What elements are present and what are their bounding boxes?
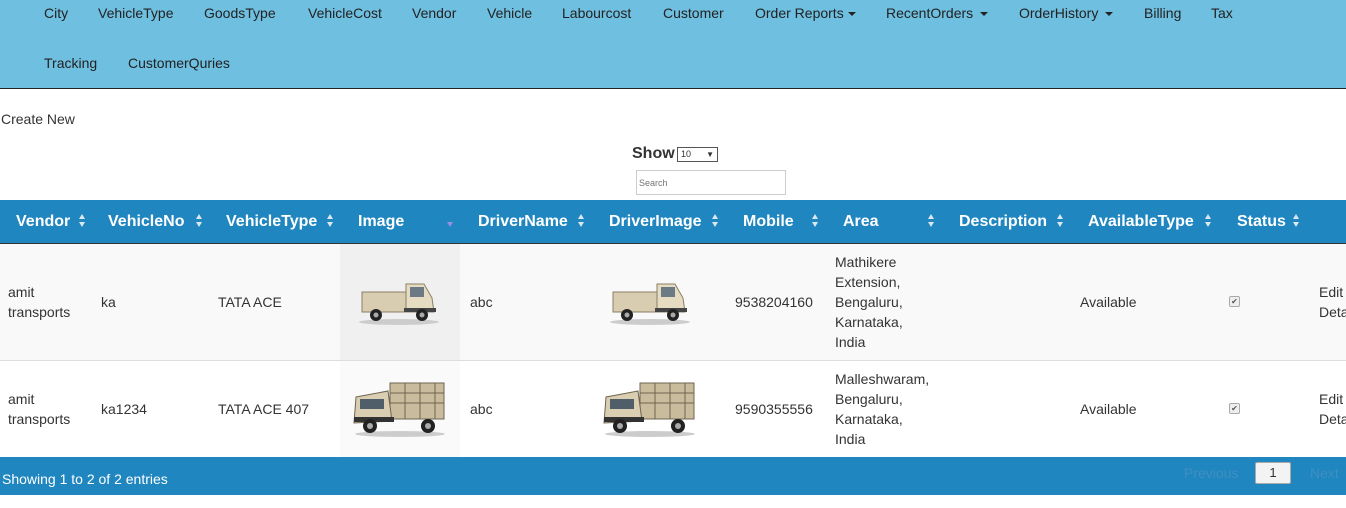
col-status[interactable]: Status <box>1237 200 1286 243</box>
caret-down-icon <box>847 12 856 17</box>
driver-image <box>610 283 690 325</box>
cell-vehicleno: ka1234 <box>101 401 147 417</box>
sort-desc-icon <box>447 222 453 236</box>
cell-vendor: amit transports <box>8 391 71 427</box>
details-link[interactable]: Deta <box>1319 302 1346 322</box>
col-drivername[interactable]: DriverName <box>478 200 568 243</box>
nav-vehiclecost[interactable]: VehicleCost <box>308 5 382 21</box>
nav-customer-quries[interactable]: CustomerQuries <box>128 55 230 71</box>
col-availabletype[interactable]: AvailableType <box>1088 200 1194 243</box>
create-new-link[interactable]: Create New <box>1 111 75 127</box>
nav-city[interactable]: City <box>44 5 68 21</box>
cell-availabletype: Available <box>1080 294 1137 310</box>
col-image[interactable]: Image <box>358 200 404 243</box>
status-checkbox[interactable]: ✔ <box>1229 296 1240 307</box>
col-vehicletype[interactable]: VehicleType <box>226 200 317 243</box>
sort-icon <box>1205 214 1211 228</box>
status-checkbox[interactable]: ✔ <box>1229 403 1240 414</box>
table-row: amit transports ka1234 TATA ACE 407 abc … <box>0 361 1346 457</box>
show-label: Show <box>632 145 675 162</box>
col-description[interactable]: Description <box>959 200 1047 243</box>
col-mobile[interactable]: Mobile <box>743 200 794 243</box>
nav-vehicletype[interactable]: VehicleType <box>98 5 174 21</box>
sort-icon <box>578 214 584 228</box>
cell-vehicletype: TATA ACE <box>218 294 282 310</box>
cell-drivername: abc <box>470 294 493 310</box>
nav-order-history[interactable]: OrderHistory <box>1019 5 1114 21</box>
table-header: Vendor VehicleNo VehicleType Image Drive… <box>0 200 1346 244</box>
nav-vendor[interactable]: Vendor <box>412 5 456 21</box>
sort-icon <box>1057 214 1063 228</box>
col-vendor[interactable]: Vendor <box>16 200 70 243</box>
cell-area: Mathikere Extension, Bengaluru, Karnatak… <box>835 254 903 350</box>
col-driverimage[interactable]: DriverImage <box>609 200 702 243</box>
driver-image <box>603 382 695 437</box>
cell-vehicleno: ka <box>101 294 116 310</box>
col-area[interactable]: Area <box>843 200 879 243</box>
nav-recent-orders[interactable]: RecentOrders <box>886 5 989 21</box>
image-cell <box>340 244 460 360</box>
caret-down-icon <box>1105 12 1114 17</box>
caret-down-icon <box>980 12 989 17</box>
nav-recent-orders-label: RecentOrders <box>886 5 974 21</box>
sort-icon <box>712 214 718 228</box>
sort-icon <box>1293 214 1299 228</box>
edit-link[interactable]: Edit <box>1319 282 1343 302</box>
nav-vehicle[interactable]: Vehicle <box>487 5 532 21</box>
cell-drivername: abc <box>470 401 493 417</box>
entries-info: Showing 1 to 2 of 2 entries <box>2 471 168 487</box>
nav-order-reports[interactable]: Order Reports <box>755 5 856 21</box>
cell-mobile: 9538204160 <box>735 294 813 310</box>
nav-goodstype[interactable]: GoodsType <box>204 5 276 21</box>
sort-icon <box>196 214 202 228</box>
col-vehicleno[interactable]: VehicleNo <box>108 200 184 243</box>
nav-order-reports-label: Order Reports <box>755 5 844 21</box>
nav-billing[interactable]: Billing <box>1144 5 1181 21</box>
page-length-select[interactable]: 10 ▼ <box>677 147 718 162</box>
nav-order-history-label: OrderHistory <box>1019 5 1099 21</box>
cell-availabletype: Available <box>1080 401 1137 417</box>
search-input[interactable] <box>636 170 786 195</box>
truck-image <box>359 283 439 325</box>
table-footer: Showing 1 to 2 of 2 entries Previous 1 N… <box>0 457 1346 495</box>
truck-image <box>353 382 445 437</box>
sort-icon <box>79 214 85 228</box>
nav-customer[interactable]: Customer <box>663 5 724 21</box>
edit-link[interactable]: Edit <box>1319 389 1343 409</box>
nav-tax[interactable]: Tax <box>1211 5 1233 21</box>
cell-mobile: 9590355556 <box>735 401 813 417</box>
table-row: amit transports ka TATA ACE abc 95382041… <box>0 244 1346 361</box>
page-1-button[interactable]: 1 <box>1255 462 1291 484</box>
cell-vendor: amit transports <box>8 284 71 320</box>
next-button[interactable]: Next <box>1310 465 1339 481</box>
previous-button[interactable]: Previous <box>1184 465 1238 481</box>
sort-icon <box>327 214 333 228</box>
page-length-value: 10 <box>681 149 692 159</box>
details-link[interactable]: Deta <box>1319 409 1346 429</box>
nav-tracking[interactable]: Tracking <box>44 55 97 71</box>
sort-icon <box>928 214 934 228</box>
dropdown-arrow-icon: ▼ <box>706 150 714 159</box>
cell-vehicletype: TATA ACE 407 <box>218 401 310 417</box>
top-navbar: City VehicleType GoodsType VehicleCost V… <box>0 0 1346 89</box>
cell-area: Malleshwaram, Bengaluru, Karnataka, Indi… <box>835 371 930 447</box>
sort-icon <box>812 214 818 228</box>
nav-labourcost[interactable]: Labourcost <box>562 5 631 21</box>
image-cell <box>340 361 460 457</box>
